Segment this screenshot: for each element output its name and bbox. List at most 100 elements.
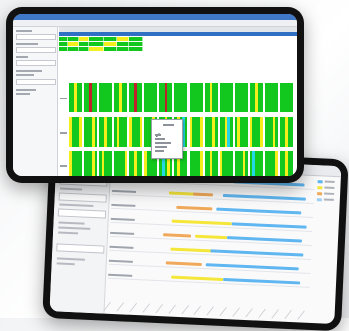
status-cell[interactable]	[189, 151, 203, 176]
timeline-chart	[107, 169, 315, 309]
status-main	[59, 27, 297, 176]
status-cell[interactable]	[204, 83, 218, 112]
table-cell	[59, 42, 68, 46]
legend-label	[323, 198, 334, 201]
status-cell[interactable]	[114, 83, 128, 112]
status-cell[interactable]	[84, 151, 98, 176]
status-cell[interactable]	[279, 83, 293, 112]
axis-tick	[206, 306, 215, 316]
table-row[interactable]	[59, 47, 164, 51]
sidebar-field[interactable]	[58, 192, 107, 203]
status-cell[interactable]	[234, 83, 248, 112]
status-strip	[124, 151, 128, 176]
status-cell[interactable]	[69, 117, 83, 147]
table-cell	[129, 42, 143, 46]
status-cell[interactable]	[264, 83, 278, 112]
status-cell[interactable]	[174, 83, 188, 112]
status-cell[interactable]	[279, 117, 293, 147]
status-strip	[230, 117, 233, 147]
gantt-bar[interactable]	[175, 205, 213, 211]
status-strip	[199, 151, 203, 176]
status-cell[interactable]	[114, 151, 128, 176]
status-cell[interactable]	[249, 117, 263, 147]
status-cell[interactable]	[129, 117, 143, 147]
status-cell[interactable]	[234, 117, 248, 147]
status-strip	[260, 117, 263, 147]
status-strip	[245, 151, 248, 176]
status-cell[interactable]	[204, 151, 218, 176]
axis-tick	[219, 307, 228, 316]
axis-tick	[167, 304, 176, 314]
status-cell[interactable]	[99, 117, 113, 147]
table-cell	[79, 47, 89, 51]
status-strip	[109, 117, 113, 147]
filter-label	[16, 89, 36, 91]
status-cell[interactable]	[84, 117, 98, 147]
status-cell[interactable]	[234, 151, 248, 176]
filter-field[interactable]	[16, 60, 56, 66]
sidebar-field[interactable]	[56, 243, 105, 254]
status-strip	[199, 83, 203, 112]
gantt-bar[interactable]	[169, 247, 215, 253]
gantt-bar[interactable]	[165, 261, 202, 267]
filter-field[interactable]	[16, 34, 56, 40]
front-device-frame	[6, 7, 304, 183]
status-cell[interactable]	[159, 83, 173, 112]
gantt-bar[interactable]	[192, 192, 214, 197]
status-cell[interactable]	[144, 83, 158, 112]
status-strip	[94, 117, 98, 147]
filter-field[interactable]	[16, 79, 56, 85]
status-cell[interactable]	[189, 117, 203, 147]
status-strip	[245, 117, 248, 147]
status-strip	[260, 83, 263, 112]
axis-tick	[142, 303, 150, 313]
status-cell[interactable]	[189, 83, 203, 112]
status-cell[interactable]	[219, 83, 233, 112]
status-cell[interactable]	[114, 117, 128, 147]
table-cell	[117, 47, 129, 51]
gantt-bar[interactable]	[194, 234, 228, 240]
sidebar-label	[58, 226, 91, 230]
status-cell[interactable]	[219, 151, 233, 176]
status-cell[interactable]	[99, 151, 113, 176]
popup-line	[155, 146, 167, 148]
gantt-row-label	[110, 231, 135, 235]
status-strip	[245, 83, 248, 112]
status-cell[interactable]	[129, 83, 143, 112]
gantt-row-label	[108, 259, 133, 263]
status-cell[interactable]	[264, 151, 278, 176]
legend-swatch	[317, 179, 323, 183]
pencil-icon[interactable]	[155, 123, 161, 137]
status-strip	[109, 151, 113, 176]
filter-field[interactable]	[16, 47, 56, 53]
table-row-selected[interactable]	[59, 32, 297, 36]
grid-row-label	[60, 132, 67, 134]
status-cell[interactable]	[204, 117, 218, 147]
status-cell[interactable]	[279, 151, 293, 176]
status-cell[interactable]	[69, 151, 83, 176]
table-row[interactable]	[59, 37, 164, 41]
status-strip	[290, 151, 293, 176]
popup-line	[155, 134, 161, 136]
sidebar-field[interactable]	[57, 208, 107, 219]
timeline-legend	[316, 179, 338, 204]
status-cell[interactable]	[219, 117, 233, 147]
legend-label	[324, 180, 335, 183]
status-cell[interactable]	[129, 151, 143, 176]
table-cell	[129, 37, 143, 41]
status-strip	[79, 151, 83, 176]
table-row[interactable]	[59, 42, 164, 46]
status-cell[interactable]	[69, 83, 83, 112]
filter-label	[16, 56, 28, 58]
table-cell	[59, 37, 68, 41]
status-cell[interactable]	[249, 83, 263, 112]
status-cell[interactable]	[249, 151, 263, 176]
status-cell[interactable]	[84, 83, 98, 112]
status-cell[interactable]	[264, 117, 278, 147]
axis-tick	[271, 309, 280, 319]
status-strip	[184, 83, 188, 112]
gantt-bar[interactable]	[162, 233, 191, 238]
popup-line	[155, 142, 171, 144]
table-cell	[104, 37, 117, 41]
status-cell[interactable]	[99, 83, 113, 112]
